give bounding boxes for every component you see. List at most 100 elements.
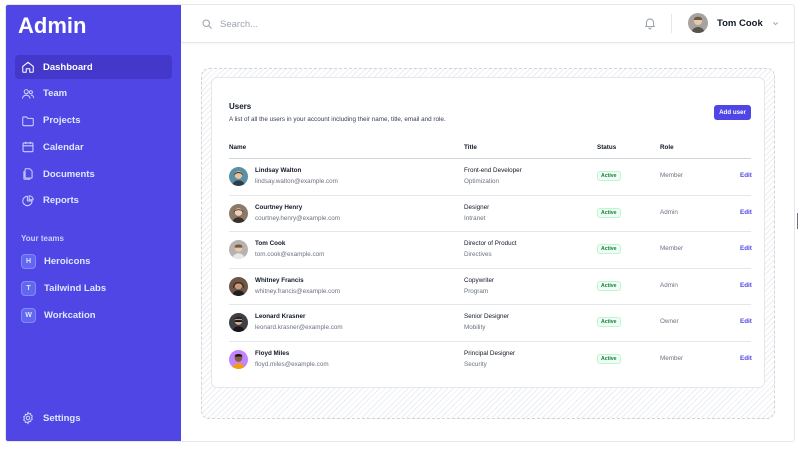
- edit-link[interactable]: Edit: [740, 209, 752, 216]
- user-name: Lindsay Walton: [255, 167, 302, 174]
- calendar-icon: [22, 142, 34, 153]
- avatar: [229, 349, 248, 369]
- user-name: Floyd Miles: [255, 349, 290, 357]
- user-title: Copywriter: [464, 276, 495, 284]
- user-name: Courtney Henry: [255, 203, 303, 211]
- table-row: Courtney Henry courtney.henry@example.co…: [229, 196, 752, 232]
- team-label: Workcation: [44, 309, 96, 321]
- user-role: Member: [660, 245, 684, 252]
- sidebar-item-documents[interactable]: Documents: [15, 162, 172, 186]
- bell-icon[interactable]: [643, 16, 657, 30]
- sidebar-item-label: Reports: [43, 195, 79, 207]
- teams-list: H Heroicons T Tailwind Labs W Workcation: [15, 249, 172, 330]
- table-row: Whitney Francis whitney.francis@example.…: [229, 269, 752, 305]
- search-icon: [202, 19, 212, 29]
- table-row: Tom Cook tom.cook@example.com Director o…: [229, 232, 752, 269]
- avatar: [688, 13, 708, 33]
- user-department: Optimization: [464, 178, 499, 185]
- edit-link[interactable]: Edit: [740, 318, 752, 325]
- profile-name: Tom Cook: [717, 17, 763, 29]
- user-role: Member: [660, 354, 684, 362]
- team-label: Tailwind Labs: [44, 282, 107, 294]
- profile-menu-button[interactable]: Tom Cook: [688, 13, 780, 33]
- user-email: lindsay.walton@example.com: [255, 178, 338, 185]
- user-department: Directives: [464, 251, 492, 258]
- user-department: Program: [464, 287, 489, 295]
- app-window: Admin Dashboard Team Projects Calendar D…: [5, 4, 795, 442]
- user-email: leonard.krasner@example.com: [255, 324, 343, 331]
- settings-link[interactable]: Settings: [21, 411, 80, 425]
- edit-link[interactable]: Edit: [740, 282, 752, 289]
- sidebar-item-dashboard[interactable]: Dashboard: [15, 55, 172, 79]
- user-email: courtney.henry@example.com: [255, 214, 341, 222]
- users-table-body: Lindsay Walton lindsay.walton@example.co…: [229, 159, 752, 379]
- sidebar-item-label: Team: [43, 88, 68, 100]
- user-name: Whitney Francis: [255, 276, 304, 284]
- teams-heading: Your teams: [21, 234, 64, 243]
- add-user-button[interactable]: Add user: [714, 105, 751, 120]
- settings-label: Settings: [43, 412, 81, 424]
- search-input[interactable]: [220, 18, 480, 30]
- brand-title: Admin: [18, 13, 87, 38]
- sidebar-item-label: Calendar: [43, 141, 84, 153]
- edit-link[interactable]: Edit: [740, 172, 752, 179]
- top-bar: Tom Cook: [181, 5, 794, 43]
- users-icon: [21, 88, 35, 99]
- team-initial-badge: W: [21, 307, 36, 323]
- user-title: Front-end Developer: [464, 167, 522, 174]
- user-role: Admin: [660, 208, 678, 216]
- team-item-tailwind-labs[interactable]: T Tailwind Labs: [15, 276, 172, 300]
- table-row: Leonard Krasner leonard.krasner@example.…: [229, 305, 752, 342]
- users-description: A list of all the users in your account …: [229, 116, 446, 123]
- team-item-heroicons[interactable]: H Heroicons: [15, 249, 172, 273]
- status-badge: Active: [597, 244, 621, 254]
- avatar: [229, 240, 248, 259]
- column-header-title: Title: [464, 144, 477, 151]
- team-initial-badge: H: [21, 253, 36, 269]
- documents-icon: [23, 168, 33, 180]
- edit-link[interactable]: Edit: [740, 245, 752, 252]
- status-badge: Active: [597, 280, 621, 291]
- user-title: Principal Designer: [464, 349, 516, 357]
- users-title: Users: [229, 102, 252, 111]
- chevron-down-icon: [772, 21, 778, 25]
- table-row: Lindsay Walton lindsay.walton@example.co…: [229, 159, 752, 196]
- user-email: tom.cook@example.com: [255, 251, 325, 258]
- status-badge: Active: [597, 317, 621, 327]
- sidebar-item-label: Dashboard: [43, 61, 93, 73]
- avatar: [229, 203, 248, 223]
- team-item-workcation[interactable]: W Workcation: [15, 303, 172, 327]
- status-badge: Active: [597, 171, 621, 181]
- column-header-status: Status: [597, 144, 617, 151]
- avatar: [229, 313, 248, 332]
- sidebar: Admin Dashboard Team Projects Calendar D…: [6, 5, 181, 441]
- user-title: Director of Product: [464, 240, 517, 247]
- topbar-divider: [671, 14, 672, 33]
- sidebar-item-label: Projects: [43, 115, 81, 127]
- status-badge: Active: [597, 353, 621, 364]
- search-box: [201, 15, 501, 33]
- column-header-role: Role: [660, 144, 674, 151]
- users-card: Users A list of all the users in your ac…: [211, 77, 765, 388]
- user-department: Security: [464, 360, 487, 368]
- user-name: Leonard Krasner: [255, 313, 306, 320]
- status-badge: Active: [597, 207, 621, 218]
- team-initial-badge: T: [21, 280, 36, 296]
- user-title: Designer: [464, 203, 490, 211]
- avatar: [229, 276, 248, 296]
- sidebar-item-label: Documents: [43, 168, 95, 180]
- sidebar-item-calendar[interactable]: Calendar: [15, 135, 172, 159]
- chart-pie-icon: [22, 195, 34, 207]
- sidebar-item-projects[interactable]: Projects: [15, 109, 172, 133]
- sidebar-item-team[interactable]: Team: [15, 82, 172, 106]
- user-department: Mobility: [464, 324, 486, 331]
- user-name: Tom Cook: [255, 240, 286, 247]
- user-role: Member: [660, 172, 684, 179]
- team-label: Heroicons: [44, 255, 91, 267]
- table-row: Floyd Miles floyd.miles@example.com Prin…: [229, 342, 752, 379]
- sidebar-item-reports[interactable]: Reports: [15, 189, 172, 213]
- user-email: whitney.francis@example.com: [255, 287, 341, 295]
- table-header: Name Title Status Role: [229, 144, 751, 159]
- edit-link[interactable]: Edit: [740, 355, 752, 362]
- scrollbar-handle[interactable]: [797, 213, 798, 229]
